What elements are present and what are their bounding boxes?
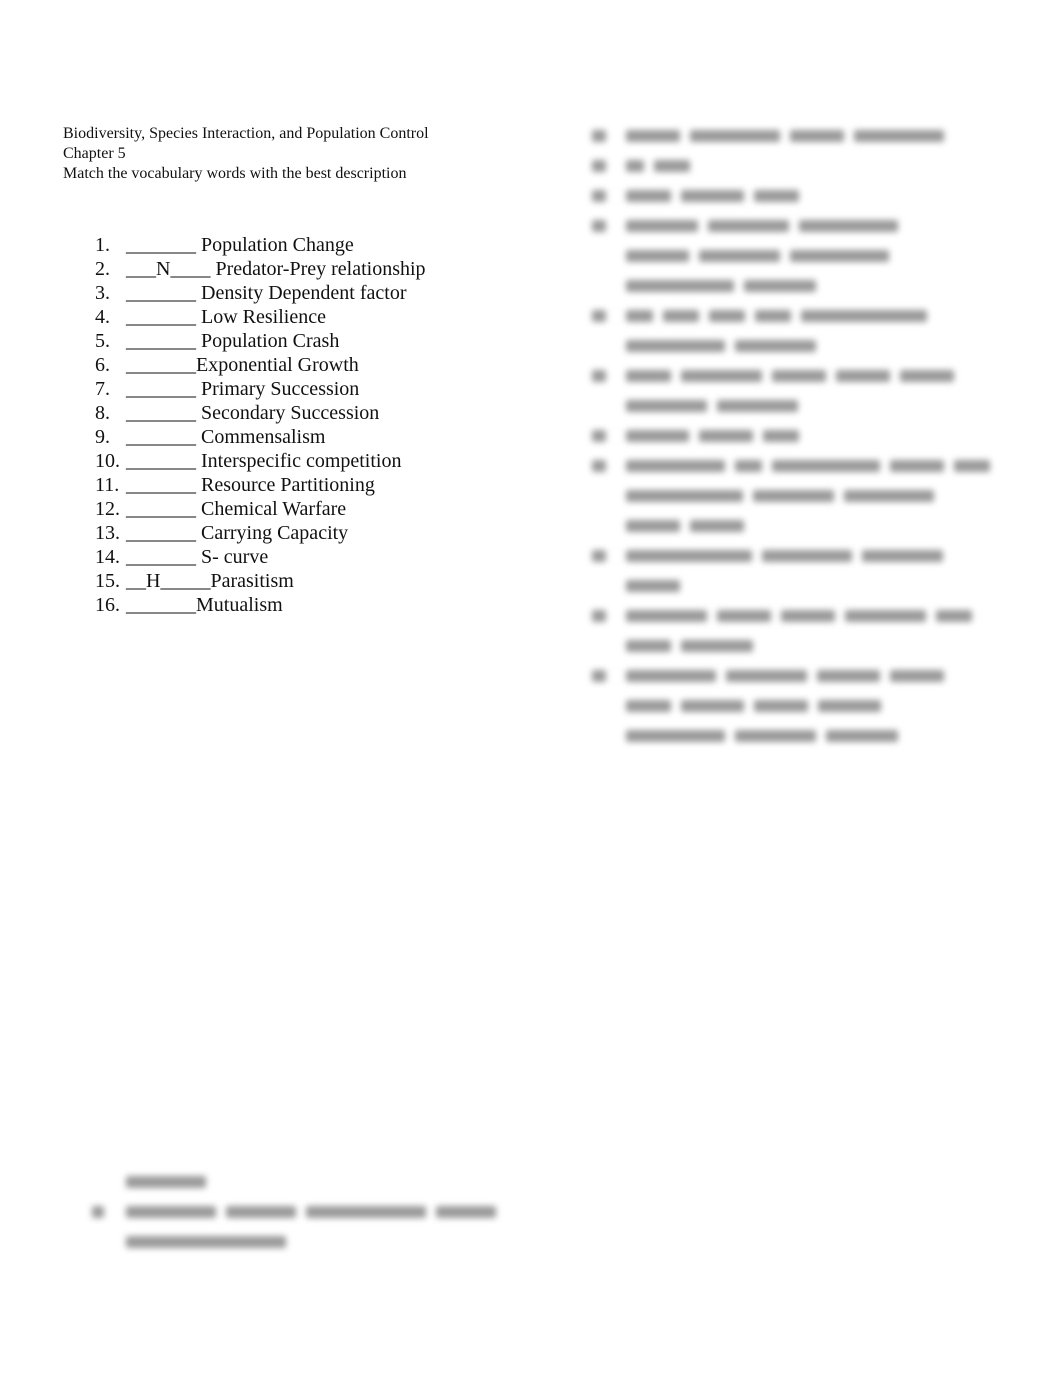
item-number: 6. — [95, 354, 110, 376]
vocabulary-item: 9. _______ Commensalism — [95, 425, 426, 449]
vocabulary-term: Population Change — [201, 234, 354, 256]
blurred-line — [592, 274, 1002, 304]
answer-blank[interactable]: _______ — [126, 450, 201, 472]
blurred-line — [592, 604, 1002, 634]
vocabulary-term: Mutualism — [196, 594, 283, 616]
answer-blank[interactable]: _______ — [126, 594, 196, 616]
vocabulary-term: Secondary Succession — [201, 402, 380, 424]
blurred-descriptions-column — [592, 124, 1002, 754]
blurred-line — [592, 304, 1002, 334]
answer-blank[interactable]: _______ — [126, 498, 201, 520]
vocabulary-item: 14. _______ S- curve — [95, 545, 426, 569]
vocabulary-item: 8. _______ Secondary Succession — [95, 401, 426, 425]
blurred-line — [592, 544, 1002, 574]
vocabulary-term: Resource Partitioning — [201, 474, 375, 496]
answer-blank[interactable]: _______ — [126, 306, 201, 328]
vocabulary-term: Low Resilience — [201, 306, 326, 328]
document-title: Biodiversity, Species Interaction, and P… — [63, 125, 429, 142]
blurred-line — [592, 184, 1002, 214]
vocabulary-item: 16. _______Mutualism — [95, 593, 426, 617]
vocabulary-item: 12. _______ Chemical Warfare — [95, 497, 426, 521]
item-number: 1. — [95, 234, 110, 256]
vocabulary-item: 11. _______ Resource Partitioning — [95, 473, 426, 497]
blurred-line — [592, 634, 1002, 664]
vocabulary-item: 10. _______ Interspecific competition — [95, 449, 426, 473]
vocabulary-item: 6. _______Exponential Growth — [95, 353, 426, 377]
item-number: 16. — [95, 594, 120, 616]
vocabulary-list: 1. _______ Population Change 2. ___N____ Pr… — [95, 233, 426, 617]
answer-blank[interactable]: _______ — [126, 546, 201, 568]
item-number: 4. — [95, 306, 110, 328]
vocabulary-term: S- curve — [201, 546, 269, 568]
vocabulary-term: Carrying Capacity — [201, 522, 349, 544]
vocabulary-term: Chemical Warfare — [201, 498, 347, 520]
vocabulary-term: Interspecific competition — [201, 450, 402, 472]
instructions: Match the vocabulary words with the best… — [63, 165, 407, 182]
vocabulary-term: Exponential Growth — [196, 354, 359, 376]
blurred-line — [592, 124, 1002, 154]
blurred-line — [592, 694, 1002, 724]
item-number: 9. — [95, 426, 110, 448]
answer-blank[interactable]: _______ — [126, 378, 201, 400]
item-number: 11. — [95, 474, 120, 496]
item-number: 8. — [95, 402, 110, 424]
vocabulary-item: 1. _______ Population Change — [95, 233, 426, 257]
blurred-line — [592, 484, 1002, 514]
blurred-line — [592, 454, 1002, 484]
document-header: Biodiversity, Species Interaction, and P… — [63, 124, 429, 184]
blurred-line — [592, 214, 1002, 244]
blurred-line — [592, 664, 1002, 694]
item-number: 15. — [95, 570, 120, 592]
vocabulary-term: Primary Succession — [201, 378, 360, 400]
vocabulary-term: Density Dependent factor — [201, 282, 407, 304]
item-number: 12. — [95, 498, 120, 520]
vocabulary-item: 4. _______ Low Resilience — [95, 305, 426, 329]
blurred-line — [592, 424, 1002, 454]
item-number: 2. — [95, 258, 110, 280]
blurred-line — [592, 514, 1002, 544]
item-number: 13. — [95, 522, 120, 544]
item-number: 3. — [95, 282, 110, 304]
answer-blank[interactable]: _______ — [126, 282, 201, 304]
answer-blank[interactable]: _______ — [126, 402, 201, 424]
answer-blank[interactable]: __H_____ — [126, 570, 210, 592]
answer-blank[interactable]: _______ — [126, 234, 201, 256]
vocabulary-term: Predator-Prey relationship — [215, 258, 426, 280]
answer-blank[interactable]: _______ — [126, 426, 201, 448]
vocabulary-item: 7. _______ Primary Succession — [95, 377, 426, 401]
blurred-line — [592, 364, 1002, 394]
item-number: 14. — [95, 546, 120, 568]
vocabulary-item: 15. __H_____Parasitism — [95, 569, 426, 593]
vocabulary-item: 2. ___N____ Predator-Prey relationship — [95, 257, 426, 281]
blurred-line — [592, 574, 1002, 604]
vocabulary-item: 13. _______ Carrying Capacity — [95, 521, 426, 545]
vocabulary-term: Parasitism — [210, 570, 294, 592]
vocabulary-term: Commensalism — [201, 426, 326, 448]
answer-blank[interactable]: ___N____ — [126, 258, 215, 280]
answer-blank[interactable]: _______ — [126, 330, 201, 352]
chapter-label: Chapter 5 — [63, 145, 126, 162]
item-number: 7. — [95, 378, 110, 400]
blurred-line — [592, 154, 1002, 184]
vocabulary-term: Population Crash — [201, 330, 340, 352]
blurred-description-bottom — [92, 1170, 512, 1260]
item-number: 10. — [95, 450, 120, 472]
item-number: 5. — [95, 330, 110, 352]
answer-blank[interactable]: _______ — [126, 354, 196, 376]
blurred-line — [592, 724, 1002, 754]
blurred-line — [592, 244, 1002, 274]
vocabulary-item: 5. _______ Population Crash — [95, 329, 426, 353]
answer-blank[interactable]: _______ — [126, 522, 201, 544]
vocabulary-item: 3. _______ Density Dependent factor — [95, 281, 426, 305]
blurred-line — [592, 394, 1002, 424]
blurred-line — [592, 334, 1002, 364]
answer-blank[interactable]: _______ — [126, 474, 201, 496]
